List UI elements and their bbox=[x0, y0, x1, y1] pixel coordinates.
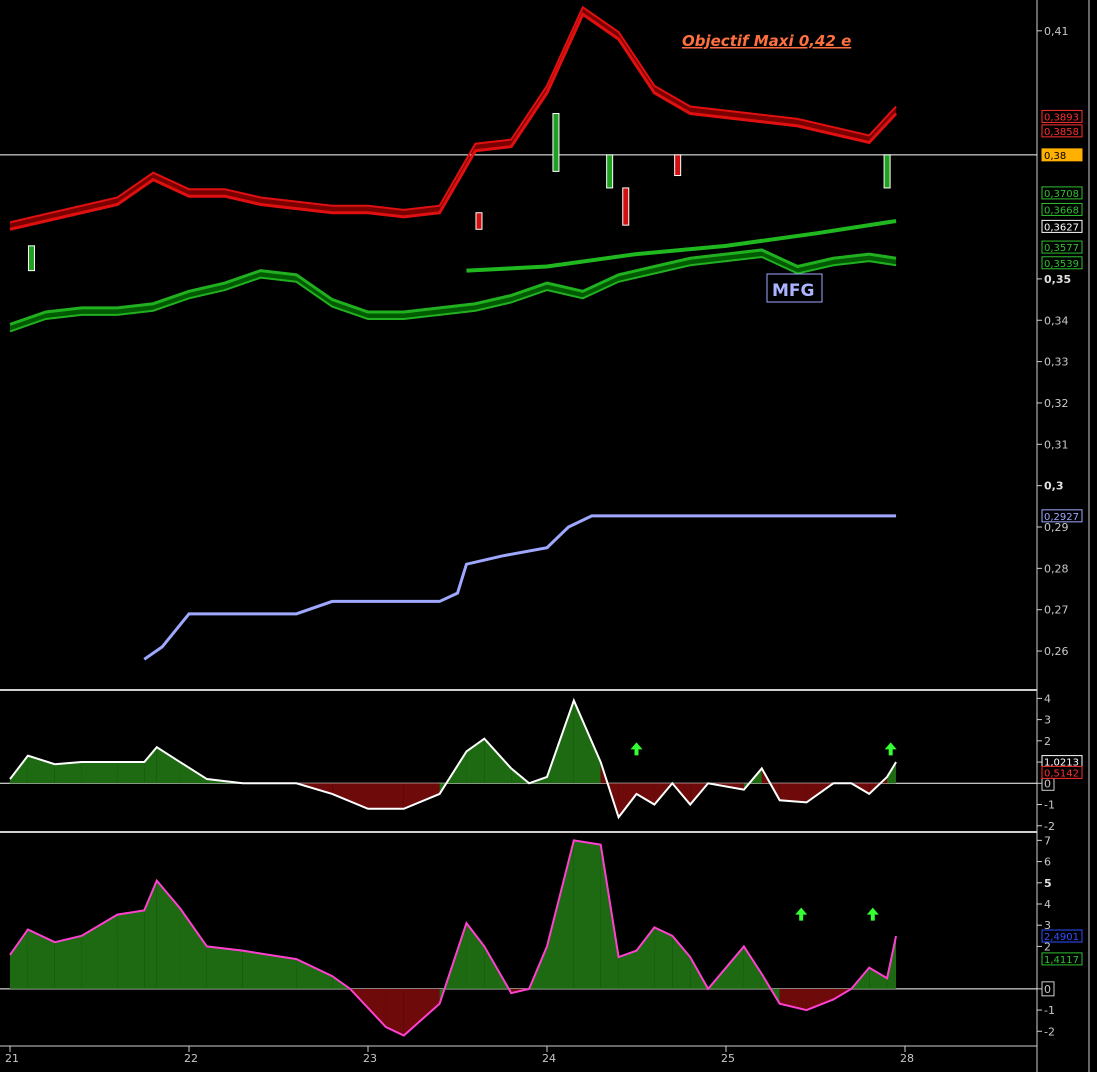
price-label-text: 2,4901 bbox=[1044, 932, 1079, 943]
y-tick-label: 0,31 bbox=[1044, 438, 1069, 451]
y-tick-label: -2 bbox=[1044, 1025, 1055, 1038]
candle-bar bbox=[674, 154, 682, 177]
price-label-text: 0,3539 bbox=[1044, 259, 1079, 270]
y-tick-label: 3 bbox=[1044, 714, 1051, 727]
price-label: 0,3668 bbox=[1041, 202, 1083, 216]
oscillator-area-segment bbox=[779, 783, 807, 803]
price-label-text: 0,3708 bbox=[1044, 189, 1079, 200]
y-tick-label: 5 bbox=[1044, 877, 1052, 890]
candle-bar bbox=[622, 187, 630, 226]
oscillator-1-labels: 1,02130,5142 bbox=[1041, 755, 1083, 779]
price-label-text: 1,4117 bbox=[1044, 955, 1079, 966]
price-label-text: 0,3627 bbox=[1044, 222, 1079, 233]
oscillator-area-segment bbox=[573, 840, 601, 989]
price-label: 0,3893 bbox=[1041, 109, 1083, 123]
y-tick-label: -1 bbox=[1044, 799, 1055, 812]
price-label: 0,2927 bbox=[1041, 509, 1083, 523]
candle-bar bbox=[552, 113, 560, 172]
y-tick-label: 0,35 bbox=[1044, 273, 1071, 286]
y-tick-label: 7 bbox=[1044, 834, 1051, 847]
chart-canvas: 0,41 0,35 0,34 0,33 0,32 0,31 0,3 0,29 0,28 0,27 0… bbox=[0, 0, 1097, 1072]
oscillator-area-segment bbox=[654, 927, 673, 989]
price-label: 0,38 bbox=[1041, 148, 1083, 162]
candle-bar bbox=[883, 154, 891, 189]
objective-annotation: Objectif Maxi 0,42 e bbox=[682, 32, 851, 50]
oscillator-area-segment bbox=[54, 935, 82, 989]
y-tick-label: 4 bbox=[1044, 692, 1051, 705]
price-label: 2,4901 bbox=[1041, 929, 1083, 943]
y-tick-label: 0,3 bbox=[1044, 480, 1064, 493]
price-label-text: 0,3577 bbox=[1044, 243, 1079, 254]
price-label: 0,3539 bbox=[1041, 256, 1083, 270]
price-label-text: 0,3893 bbox=[1044, 112, 1079, 123]
price-label: 0,3858 bbox=[1041, 124, 1083, 138]
x-tick-label: 21 bbox=[5, 1052, 19, 1065]
oscillator-area-segment bbox=[368, 783, 404, 809]
candle-bar bbox=[606, 154, 614, 189]
y-tick-label: 0,27 bbox=[1044, 604, 1069, 617]
mfg-label: MFG bbox=[772, 281, 814, 301]
y-tick-label: 0,28 bbox=[1044, 562, 1069, 575]
y-tick-label: 0,33 bbox=[1044, 356, 1069, 369]
price-label: 0,3627 bbox=[1041, 219, 1083, 233]
price-label-text: 0,3668 bbox=[1044, 205, 1079, 216]
price-label: 0,3577 bbox=[1041, 240, 1083, 254]
y-tick-label: 0,26 bbox=[1044, 645, 1069, 658]
y-tick-label: 0 bbox=[1044, 983, 1051, 996]
y-tick-label: 6 bbox=[1044, 856, 1051, 869]
price-label: 0,3708 bbox=[1041, 186, 1083, 200]
price-label-text: 0,3858 bbox=[1044, 127, 1079, 138]
y-tick-label: 0,34 bbox=[1044, 314, 1069, 327]
x-tick-label: 23 bbox=[363, 1052, 377, 1065]
oscillator-area-segment bbox=[117, 910, 145, 989]
y-tick-label: 0,32 bbox=[1044, 397, 1069, 410]
oscillator-area-segment bbox=[206, 946, 243, 989]
oscillator-area-segment bbox=[117, 762, 145, 784]
x-tick-label: 25 bbox=[721, 1052, 735, 1065]
y-tick-label: 4 bbox=[1044, 898, 1051, 911]
y-tick-label: 0,41 bbox=[1044, 25, 1069, 38]
y-tick-label: 0,29 bbox=[1044, 521, 1069, 534]
price-label-text: 0,38 bbox=[1044, 151, 1066, 162]
price-label-text: 0,5142 bbox=[1044, 768, 1079, 779]
x-tick-label: 22 bbox=[184, 1052, 198, 1065]
x-tick-label: 24 bbox=[542, 1052, 556, 1065]
candle-bar bbox=[27, 245, 35, 272]
price-label: 0,5142 bbox=[1041, 765, 1083, 779]
y-tick-label: -2 bbox=[1044, 820, 1055, 833]
oscillator-area-segment bbox=[54, 762, 82, 784]
price-label-text: 0,2927 bbox=[1044, 512, 1079, 523]
candle-bar bbox=[475, 212, 483, 230]
y-tick-label: -1 bbox=[1044, 1004, 1055, 1017]
y-tick-label: 2 bbox=[1044, 735, 1051, 748]
oscillator-area-segment bbox=[81, 762, 118, 784]
price-label: 1,4117 bbox=[1041, 952, 1083, 966]
x-tick-label: 28 bbox=[900, 1052, 914, 1065]
